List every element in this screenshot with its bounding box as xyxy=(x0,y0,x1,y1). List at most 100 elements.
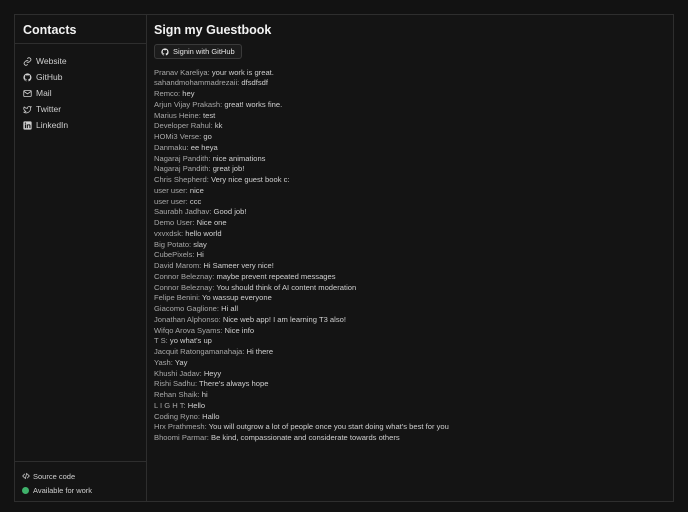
sidebar-footer: Source code Available for work xyxy=(15,461,146,501)
github-icon xyxy=(161,47,169,56)
entry-author: Connor Beleznay: xyxy=(154,271,215,281)
list-item: Jacquit Ratongamanahaja: Hi there xyxy=(154,347,673,358)
entry-author: L I G H T: xyxy=(154,400,186,410)
list-item: Marius Heine: test xyxy=(154,111,673,122)
entry-message: ee heya xyxy=(190,142,218,152)
sidebar: Contacts Website GitHub Mail Twitter Lin… xyxy=(15,15,147,501)
list-item: L I G H T: Hello xyxy=(154,401,673,412)
list-item: Coding Ryno: Hallo xyxy=(154,412,673,423)
entry-message: slay xyxy=(193,239,207,249)
entry-author: Demo User: xyxy=(154,218,195,227)
entry-message: Nice info xyxy=(224,325,255,335)
entry-message: hey xyxy=(182,89,195,98)
entry-message: Nice web app! I am learning T3 also! xyxy=(222,314,346,324)
list-item: Arjun Vijay Prakash: great! works fine. xyxy=(154,100,673,111)
entry-message: Nice one xyxy=(196,218,227,227)
availability-status: Available for work xyxy=(22,484,146,499)
source-code-label: Source code xyxy=(33,471,76,481)
entry-message: Heyy xyxy=(203,368,222,378)
page-title: Sign my Guestbook xyxy=(154,23,272,37)
list-item: vxvxdsk: hello world xyxy=(154,229,673,240)
entry-message: go xyxy=(203,132,212,141)
entry-author: Yash: xyxy=(154,357,173,367)
entry-author: HOMi3 Verse: xyxy=(154,132,202,141)
entry-author: Nagaraj Pandith: xyxy=(154,164,211,174)
entry-author: Big Potato: xyxy=(154,239,192,249)
list-item: Demo User: Nice one xyxy=(154,218,673,229)
list-item: Nagaraj Pandith: great job! xyxy=(154,164,673,175)
source-code-link[interactable]: Source code xyxy=(22,469,146,484)
entry-message: kk xyxy=(214,121,223,131)
entry-message: Hello xyxy=(187,400,206,410)
signin-github-button[interactable]: Signin with GitHub xyxy=(154,44,242,59)
entry-author: Felipe Benini: xyxy=(154,293,201,303)
list-item: Danmaku: ee heya xyxy=(154,143,673,154)
list-item: Big Potato: slay xyxy=(154,240,673,251)
list-item: Remco: hey xyxy=(154,89,673,100)
entry-message: Good job! xyxy=(213,207,247,217)
entry-message: There's always hope xyxy=(199,379,269,389)
signin-label: Signin with GitHub xyxy=(173,47,235,56)
status-label: Available for work xyxy=(33,486,93,496)
list-item: David Marom: Hi Sameer very nice! xyxy=(154,261,673,272)
entry-author: Marius Heine: xyxy=(154,110,201,120)
entry-author: Danmaku: xyxy=(154,142,189,152)
sidebar-item-label: Mail xyxy=(36,88,52,98)
entry-message: Yo wassup everyone xyxy=(202,293,272,303)
entry-message: Yay xyxy=(174,357,188,367)
entry-author: Connor Beleznay: xyxy=(154,282,215,292)
sidebar-item-github[interactable]: GitHub xyxy=(15,69,146,85)
entry-message: yo what's up xyxy=(169,336,212,346)
entry-author: CubePixels: xyxy=(154,250,195,260)
app-frame: Contacts Website GitHub Mail Twitter Lin… xyxy=(14,14,674,502)
entry-message: Hallo xyxy=(202,411,220,421)
list-item: Felipe Benini: Yo wassup everyone xyxy=(154,293,673,304)
list-item: Saurabh Jadhav: Good job! xyxy=(154,207,673,218)
entry-message: dfsdfsdf xyxy=(241,78,268,88)
entry-author: Rishi Sadhu: xyxy=(154,379,198,389)
sidebar-item-mail[interactable]: Mail xyxy=(15,85,146,101)
entry-author: Nagaraj Pandith: xyxy=(154,153,211,163)
list-item: Connor Beleznay: maybe prevent repeated … xyxy=(154,272,673,283)
entry-author: Bhoomi Parmar: xyxy=(154,433,209,442)
list-item: Connor Beleznay: You should think of AI … xyxy=(154,283,673,294)
list-item: user user: nice xyxy=(154,186,673,197)
sidebar-item-label: Website xyxy=(36,56,67,66)
entry-author: Wifqo Arova Syams: xyxy=(154,325,223,335)
sidebar-item-website[interactable]: Website xyxy=(15,53,146,69)
entry-author: Coding Ryno: xyxy=(154,411,201,421)
list-item: T S: yo what's up xyxy=(154,336,673,347)
entry-message: Very nice guest book c: xyxy=(211,175,290,184)
sidebar-item-linkedin[interactable]: LinkedIn xyxy=(15,117,146,133)
entry-message: Hi all xyxy=(221,304,239,313)
guestbook-entries: Pranav Kareliya: your work is great. saha… xyxy=(154,68,673,444)
sidebar-title: Contacts xyxy=(15,15,146,44)
sidebar-item-label: GitHub xyxy=(36,72,63,82)
list-item: Chris Shepherd: Very nice guest book c: xyxy=(154,175,673,186)
list-item: Giacomo Gaglione: Hi all xyxy=(154,304,673,315)
entry-message: Hi Sameer very nice! xyxy=(203,261,274,270)
list-item: Nagaraj Pandith: nice animations xyxy=(154,154,673,165)
code-icon xyxy=(22,472,30,480)
entry-author: Developer Rahul: xyxy=(154,121,213,131)
sidebar-item-label: LinkedIn xyxy=(36,120,69,130)
entry-message: nice animations xyxy=(212,153,266,163)
list-item: Rishi Sadhu: There's always hope xyxy=(154,379,673,390)
entry-author: Khushi Jadav: xyxy=(154,368,202,378)
list-item: Pranav Kareliya: your work is great. xyxy=(154,68,673,79)
list-item: user user: ccc xyxy=(154,197,673,208)
list-item: sahandmohammadrezaii: dfsdfsdf xyxy=(154,78,673,89)
entry-message: You will outgrow a lot of people once yo… xyxy=(208,422,449,432)
entry-message: nice xyxy=(189,185,204,195)
list-item: Jonathan Alphonso: Nice web app! I am le… xyxy=(154,315,673,326)
entry-author: Jonathan Alphonso: xyxy=(154,314,221,324)
entry-author: vxvxdsk: xyxy=(154,228,184,238)
entry-author: David Marom: xyxy=(154,261,202,270)
entry-message: Hi xyxy=(196,250,204,260)
entry-message: Be kind, compassionate and considerate t… xyxy=(211,433,400,442)
entry-author: Rehan Shaik: xyxy=(154,390,200,399)
sidebar-item-twitter[interactable]: Twitter xyxy=(15,101,146,117)
entry-author: sahandmohammadrezaii: xyxy=(154,78,240,88)
list-item: Bhoomi Parmar: Be kind, compassionate an… xyxy=(154,433,673,444)
list-item: Rehan Shaik: hi xyxy=(154,390,673,401)
